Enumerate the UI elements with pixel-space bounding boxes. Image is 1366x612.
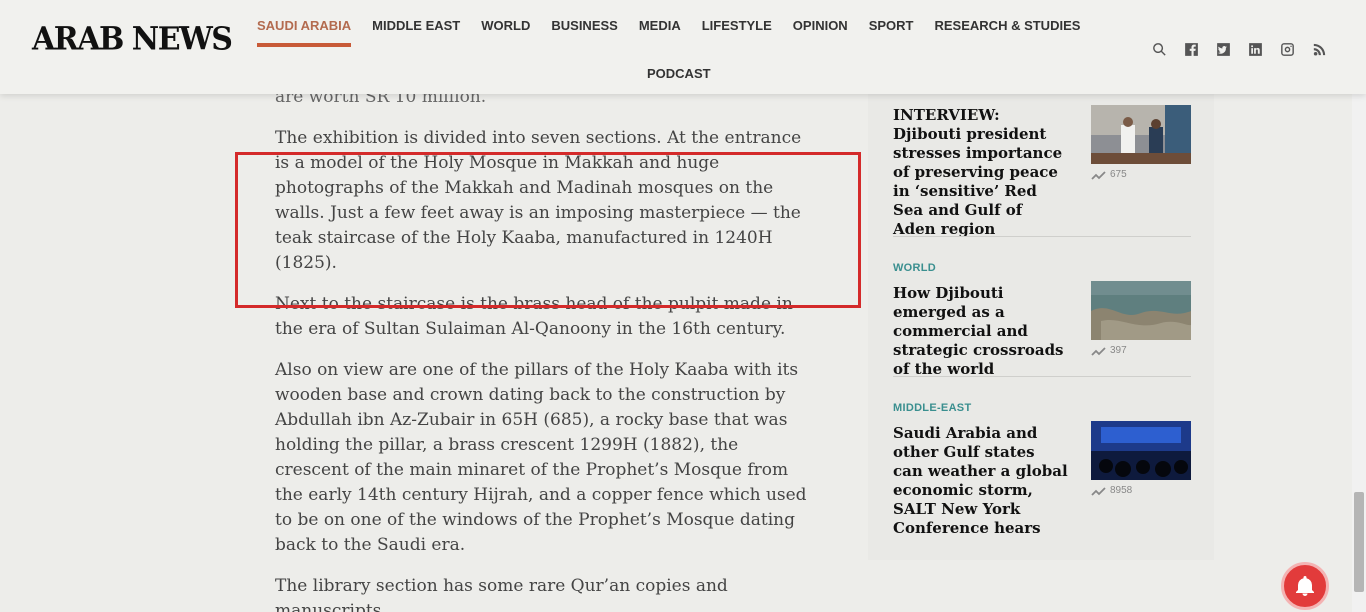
linkedin-icon[interactable] xyxy=(1246,40,1264,58)
sidebar-story[interactable]: MIDDLE-EAST Saudi Arabia and other Gulf … xyxy=(893,402,1191,538)
main-nav: SAUDI ARABIA MIDDLE EAST WORLD BUSINESS … xyxy=(247,0,1117,94)
story-thumbnail[interactable] xyxy=(1091,421,1191,480)
bell-icon xyxy=(1296,576,1314,596)
divider xyxy=(893,236,1191,237)
story-category[interactable]: WORLD xyxy=(893,262,1191,274)
site-header: ARAB NEWS SAUDI ARABIA MIDDLE EAST WORLD… xyxy=(0,0,1366,94)
notification-bell-button[interactable] xyxy=(1281,562,1329,610)
social-icons xyxy=(1150,40,1328,58)
rss-icon[interactable] xyxy=(1310,40,1328,58)
page-scrollbar[interactable] xyxy=(1352,94,1366,612)
story-category[interactable]: MIDDLE-EAST xyxy=(893,402,1191,414)
story-view-count: 675 xyxy=(1091,169,1127,180)
sidebar-story[interactable]: INTERVIEW: Djibouti president stresses i… xyxy=(893,105,1191,239)
article-paragraph: The library section has some rare Qur’an… xyxy=(275,576,728,612)
story-headline[interactable]: INTERVIEW: Djibouti president stresses i… xyxy=(893,106,1068,239)
nav-podcast[interactable]: PODCAST xyxy=(647,66,711,81)
sidebar-related: INTERVIEW: Djibouti president stresses i… xyxy=(868,70,1214,560)
trending-icon xyxy=(1091,486,1106,496)
divider xyxy=(893,376,1191,377)
sidebar-story[interactable]: WORLD How Djibouti emerged as a commerci… xyxy=(893,262,1191,379)
scrollbar-thumb[interactable] xyxy=(1354,492,1364,592)
story-headline[interactable]: How Djibouti emerged as a commercial and… xyxy=(893,284,1068,379)
story-view-count: 397 xyxy=(1091,345,1127,356)
article-paragraph: Also on view are one of the pillars of t… xyxy=(275,360,807,555)
nav-saudi-arabia[interactable]: SAUDI ARABIA xyxy=(257,18,352,47)
search-icon[interactable] xyxy=(1150,40,1168,58)
nav-opinion[interactable]: OPINION xyxy=(793,18,848,33)
instagram-icon[interactable] xyxy=(1278,40,1296,58)
trending-icon xyxy=(1091,170,1106,180)
twitter-icon[interactable] xyxy=(1214,40,1232,58)
site-logo[interactable]: ARAB NEWS xyxy=(32,21,233,58)
nav-business[interactable]: BUSINESS xyxy=(551,18,617,33)
story-thumbnail[interactable] xyxy=(1091,105,1191,164)
nav-middle-east[interactable]: MIDDLE EAST xyxy=(372,18,460,33)
nav-sport[interactable]: SPORT xyxy=(869,18,914,33)
highlight-box xyxy=(235,152,861,308)
article-body: photographs, given as a gift by the late… xyxy=(275,60,815,612)
nav-research-studies[interactable]: RESEARCH & STUDIES xyxy=(935,18,1081,33)
story-headline[interactable]: Saudi Arabia and other Gulf states can w… xyxy=(893,424,1068,538)
story-thumbnail[interactable] xyxy=(1091,281,1191,340)
nav-world[interactable]: WORLD xyxy=(481,18,530,33)
nav-media[interactable]: MEDIA xyxy=(639,18,681,33)
facebook-icon[interactable] xyxy=(1182,40,1200,58)
trending-icon xyxy=(1091,346,1106,356)
nav-lifestyle[interactable]: LIFESTYLE xyxy=(702,18,772,33)
story-view-count: 8958 xyxy=(1091,485,1132,496)
